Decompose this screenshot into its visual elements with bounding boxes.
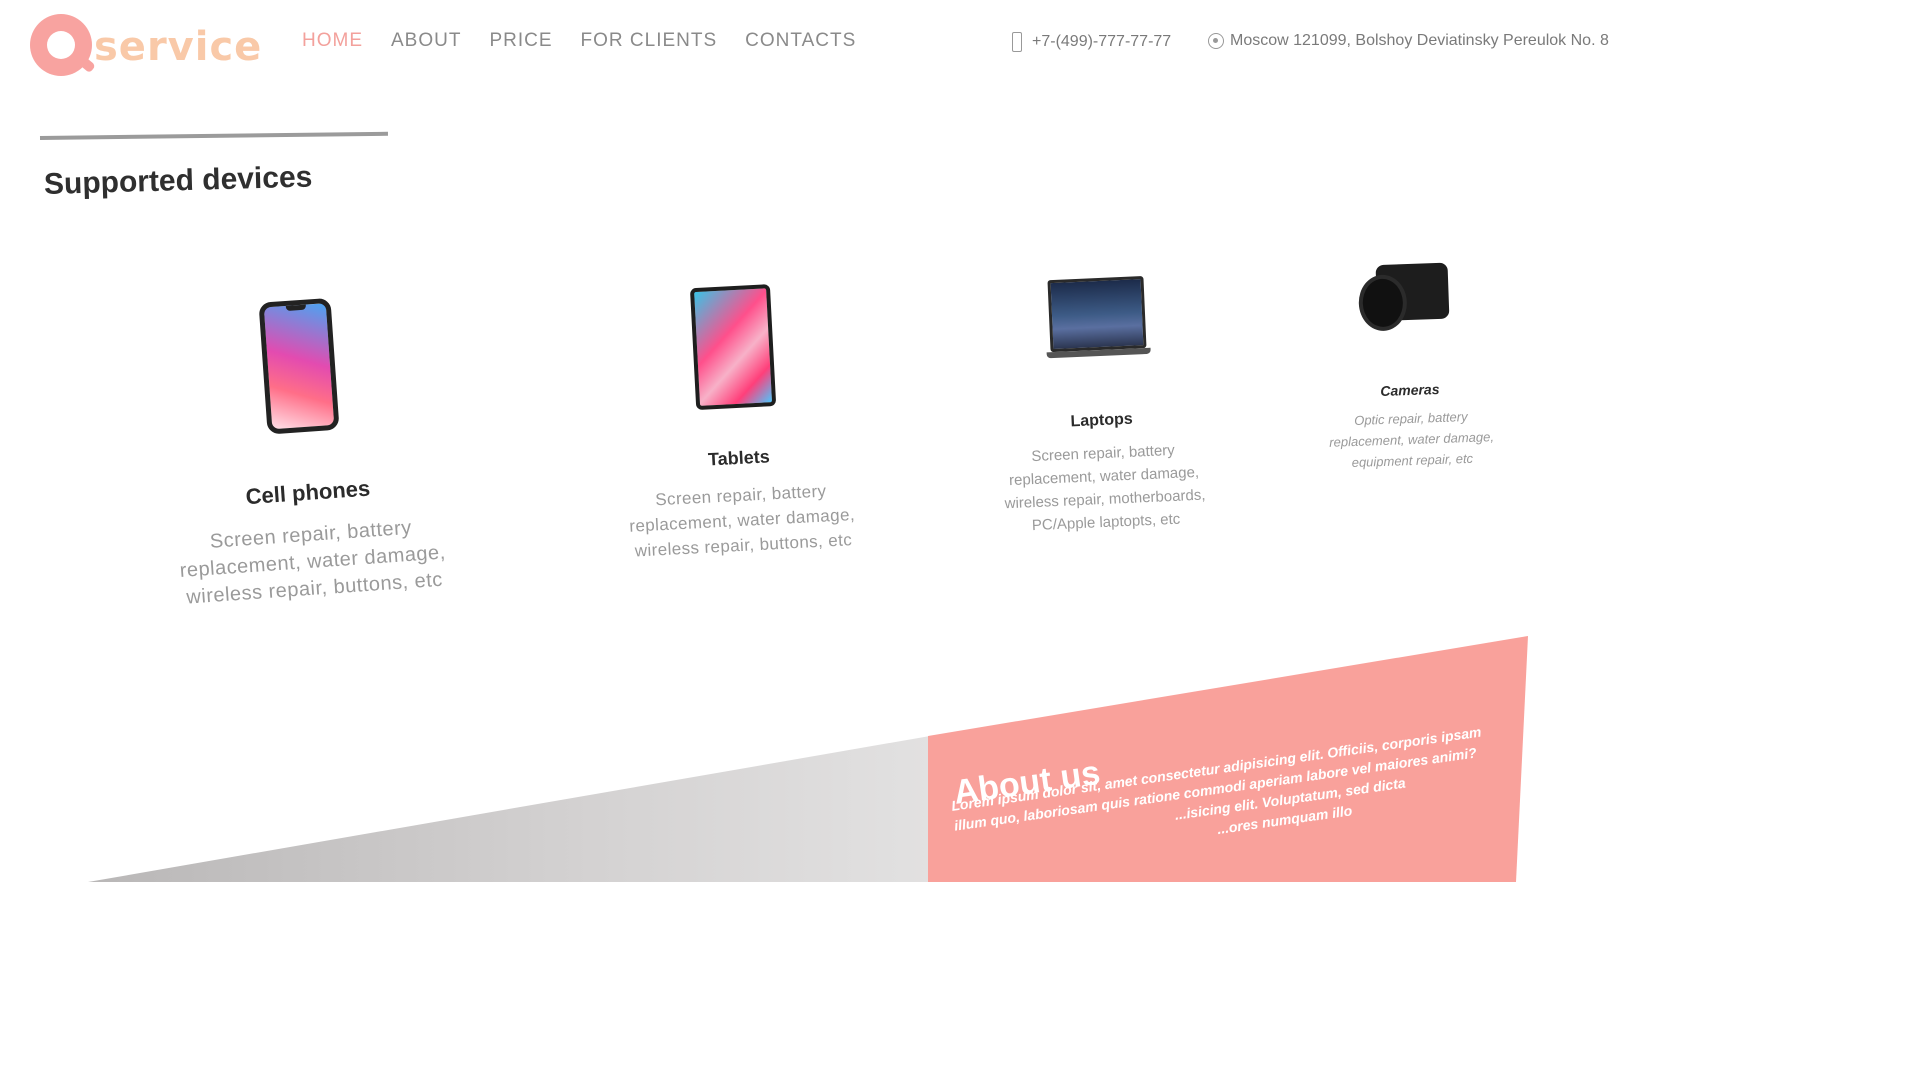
device-card-cameras: Cameras Optic repair, battery replacemen… bbox=[1312, 255, 1505, 474]
phone-number: +7-(499)-777-77-77 bbox=[1032, 33, 1172, 50]
device-card-laptops: Laptops Screen repair, battery replaceme… bbox=[983, 273, 1220, 539]
nav-contacts[interactable]: CONTACTS bbox=[745, 30, 856, 52]
device-card-tablets: Tablets Screen repair, battery replaceme… bbox=[605, 280, 869, 565]
header-address[interactable]: Moscow 121099, Bolshoy Deviatinsky Pereu… bbox=[1208, 32, 1609, 50]
nav-for-clients[interactable]: FOR CLIENTS bbox=[581, 30, 718, 52]
laptop-image bbox=[1047, 276, 1147, 353]
main-nav: HOME ABOUT PRICE FOR CLIENTS CONTACTS bbox=[302, 30, 884, 52]
device-description: Optic repair, battery replacement, water… bbox=[1329, 408, 1495, 471]
device-name: Cameras bbox=[1380, 380, 1440, 400]
device-description: Screen repair, battery replacement, wate… bbox=[1004, 441, 1206, 535]
section-divider bbox=[39, 131, 388, 140]
device-name: Tablets bbox=[707, 446, 771, 470]
tablet-image bbox=[689, 284, 777, 411]
address-text: Moscow 121099, Bolshoy Deviatinsky Pereu… bbox=[1230, 32, 1609, 49]
logo-wordmark: service bbox=[94, 24, 263, 70]
device-card-cell-phones: Cell phones Screen repair, battery repla… bbox=[140, 290, 470, 614]
nav-about[interactable]: ABOUT bbox=[391, 30, 461, 52]
section-title: Supported devices bbox=[43, 160, 313, 201]
device-name: Laptops bbox=[1070, 410, 1134, 431]
device-name: Cell phones bbox=[244, 475, 371, 510]
about-image-panel bbox=[88, 736, 930, 882]
smartphone-image bbox=[258, 297, 340, 435]
nav-home[interactable]: HOME bbox=[302, 30, 363, 52]
device-description: Screen repair, battery replacement, wate… bbox=[628, 481, 856, 561]
device-description: Screen repair, battery replacement, wate… bbox=[179, 516, 447, 609]
qservice-logo[interactable]: service bbox=[30, 14, 262, 76]
nav-price[interactable]: PRICE bbox=[489, 30, 552, 52]
phone-icon bbox=[1012, 32, 1022, 52]
header-phone[interactable]: +7-(499)-777-77-77 bbox=[1012, 32, 1171, 52]
location-pin-icon bbox=[1208, 33, 1224, 49]
site-header: service HOME ABOUT PRICE FOR CLIENTS CON… bbox=[0, 0, 1609, 92]
camera-image bbox=[1357, 256, 1456, 339]
